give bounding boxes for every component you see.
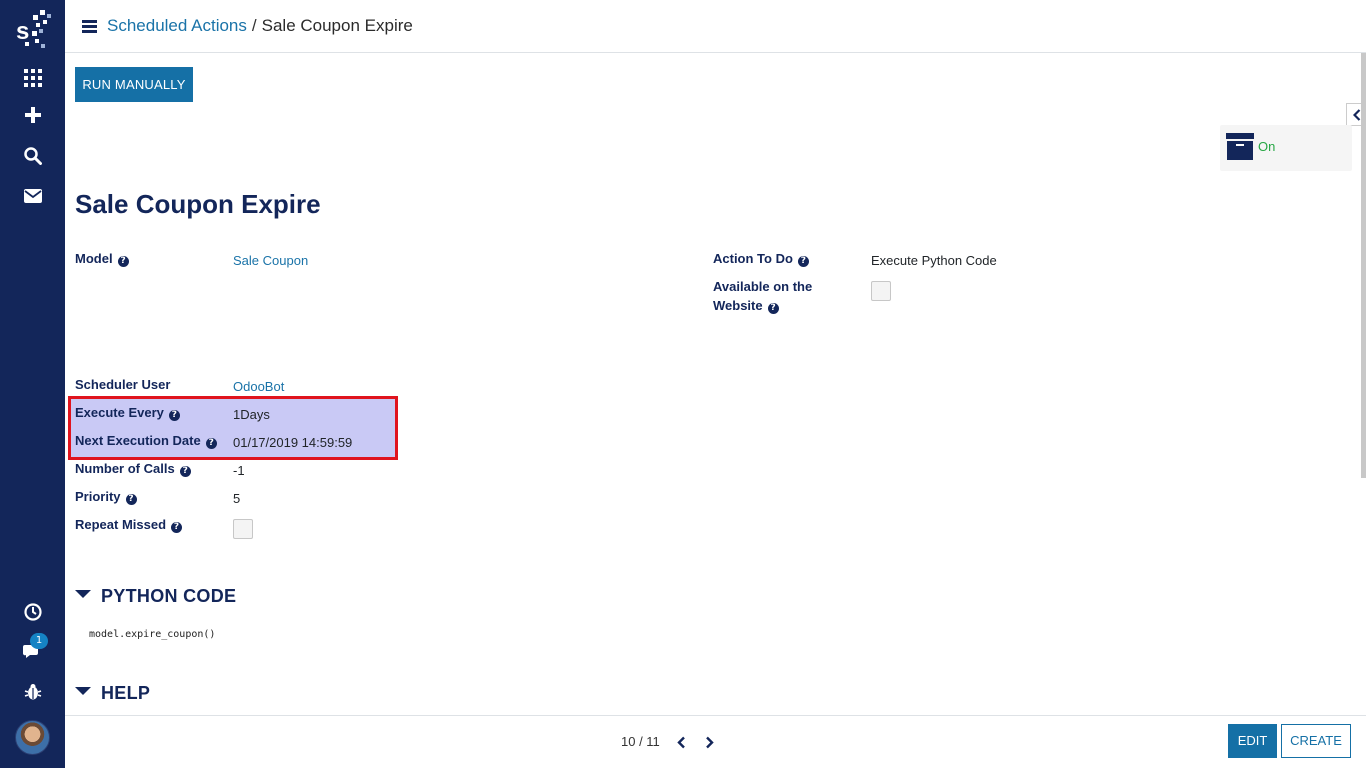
caret-down-icon [75, 687, 91, 695]
execute-every-label: Execute Every? [75, 403, 180, 422]
control-panel-header: Scheduled Actions / Sale Coupon Expire [65, 0, 1366, 53]
bug-icon [24, 684, 41, 700]
execute-every-value: 1Days [233, 407, 270, 422]
next-execution-date-value: 01/17/2019 14:59:59 [233, 435, 353, 450]
priority-label: Priority? [75, 487, 137, 506]
number-of-calls-value: -1 [233, 463, 245, 478]
python-code-section-toggle[interactable]: PYTHON CODE [75, 586, 236, 607]
scheduler-user-label: Scheduler User [75, 377, 171, 392]
chevron-left-icon [1352, 108, 1360, 121]
create-button[interactable]: CREATE [1281, 724, 1351, 758]
pager-next-button[interactable] [702, 735, 716, 749]
edit-button[interactable]: EDIT [1228, 724, 1277, 758]
repeat-missed-checkbox[interactable] [233, 519, 253, 539]
website-published-checkbox[interactable] [871, 281, 891, 301]
help-icon[interactable]: ? [117, 256, 129, 267]
active-toggle-button[interactable]: On [1220, 125, 1352, 171]
vertical-scrollbar[interactable] [1361, 53, 1366, 478]
action-to-do-label: Action To Do? [713, 249, 809, 268]
activities-button[interactable] [0, 594, 65, 630]
svg-text:s: s [16, 18, 29, 45]
breadcrumb-current: Sale Coupon Expire [261, 16, 413, 35]
active-status-label: On [1258, 139, 1276, 154]
number-of-calls-label: Number of Calls? [75, 459, 191, 478]
help-icon[interactable]: ? [168, 410, 180, 421]
model-field-value[interactable]: Sale Coupon [233, 251, 308, 270]
run-manually-button[interactable]: RUN MANUALLY [75, 67, 193, 102]
user-avatar[interactable] [15, 720, 50, 755]
help-icon[interactable]: ? [125, 494, 137, 505]
quick-create-button[interactable] [0, 97, 65, 133]
app-logo[interactable]: s [0, 8, 65, 50]
debug-button[interactable] [0, 674, 65, 710]
action-to-do-value: Execute Python Code [871, 253, 997, 268]
website-published-label: Available on the Website? [713, 279, 813, 314]
pager-value[interactable]: 10 / 11 [621, 734, 660, 749]
envelope-icon [23, 189, 42, 203]
python-code-content: model.expire_coupon() [89, 629, 216, 640]
pager-previous-button[interactable] [674, 735, 688, 749]
apps-menu-button[interactable] [0, 60, 65, 96]
app-sidebar: s 1 [0, 0, 65, 768]
messages-button[interactable] [0, 178, 65, 214]
notification-badge: 1 [30, 633, 48, 649]
help-section-toggle[interactable]: HELP [75, 683, 150, 704]
search-icon [23, 147, 42, 165]
clock-icon [23, 603, 42, 621]
apps-grid-icon [23, 69, 42, 87]
model-field-label: Model? [75, 249, 129, 268]
scheduler-user-value[interactable]: OdooBot [233, 377, 284, 396]
help-icon[interactable]: ? [171, 522, 183, 533]
hamburger-menu-icon[interactable] [82, 20, 97, 33]
repeat-missed-label: Repeat Missed? [75, 515, 183, 534]
help-icon[interactable]: ? [179, 466, 191, 477]
chevron-right-icon [705, 736, 714, 748]
archive-icon [1226, 133, 1254, 160]
search-button[interactable] [0, 138, 65, 174]
form-footer: 10 / 11 EDIT CREATE [65, 715, 1366, 768]
help-icon[interactable]: ? [205, 438, 217, 449]
plus-icon [24, 107, 41, 123]
caret-down-icon [75, 590, 91, 598]
logo-icon: s [16, 10, 51, 48]
priority-value: 5 [233, 491, 241, 506]
breadcrumb: Scheduled Actions / Sale Coupon Expire [107, 16, 413, 36]
breadcrumb-separator: / [251, 16, 257, 35]
help-icon[interactable]: ? [767, 303, 779, 314]
discuss-button[interactable]: 1 [0, 633, 65, 669]
help-icon[interactable]: ? [797, 256, 809, 267]
chevron-left-icon [676, 736, 685, 748]
record-title: Sale Coupon Expire [75, 189, 321, 219]
breadcrumb-scheduled-actions[interactable]: Scheduled Actions [107, 16, 247, 35]
next-execution-date-label: Next Execution Date? [75, 431, 217, 450]
